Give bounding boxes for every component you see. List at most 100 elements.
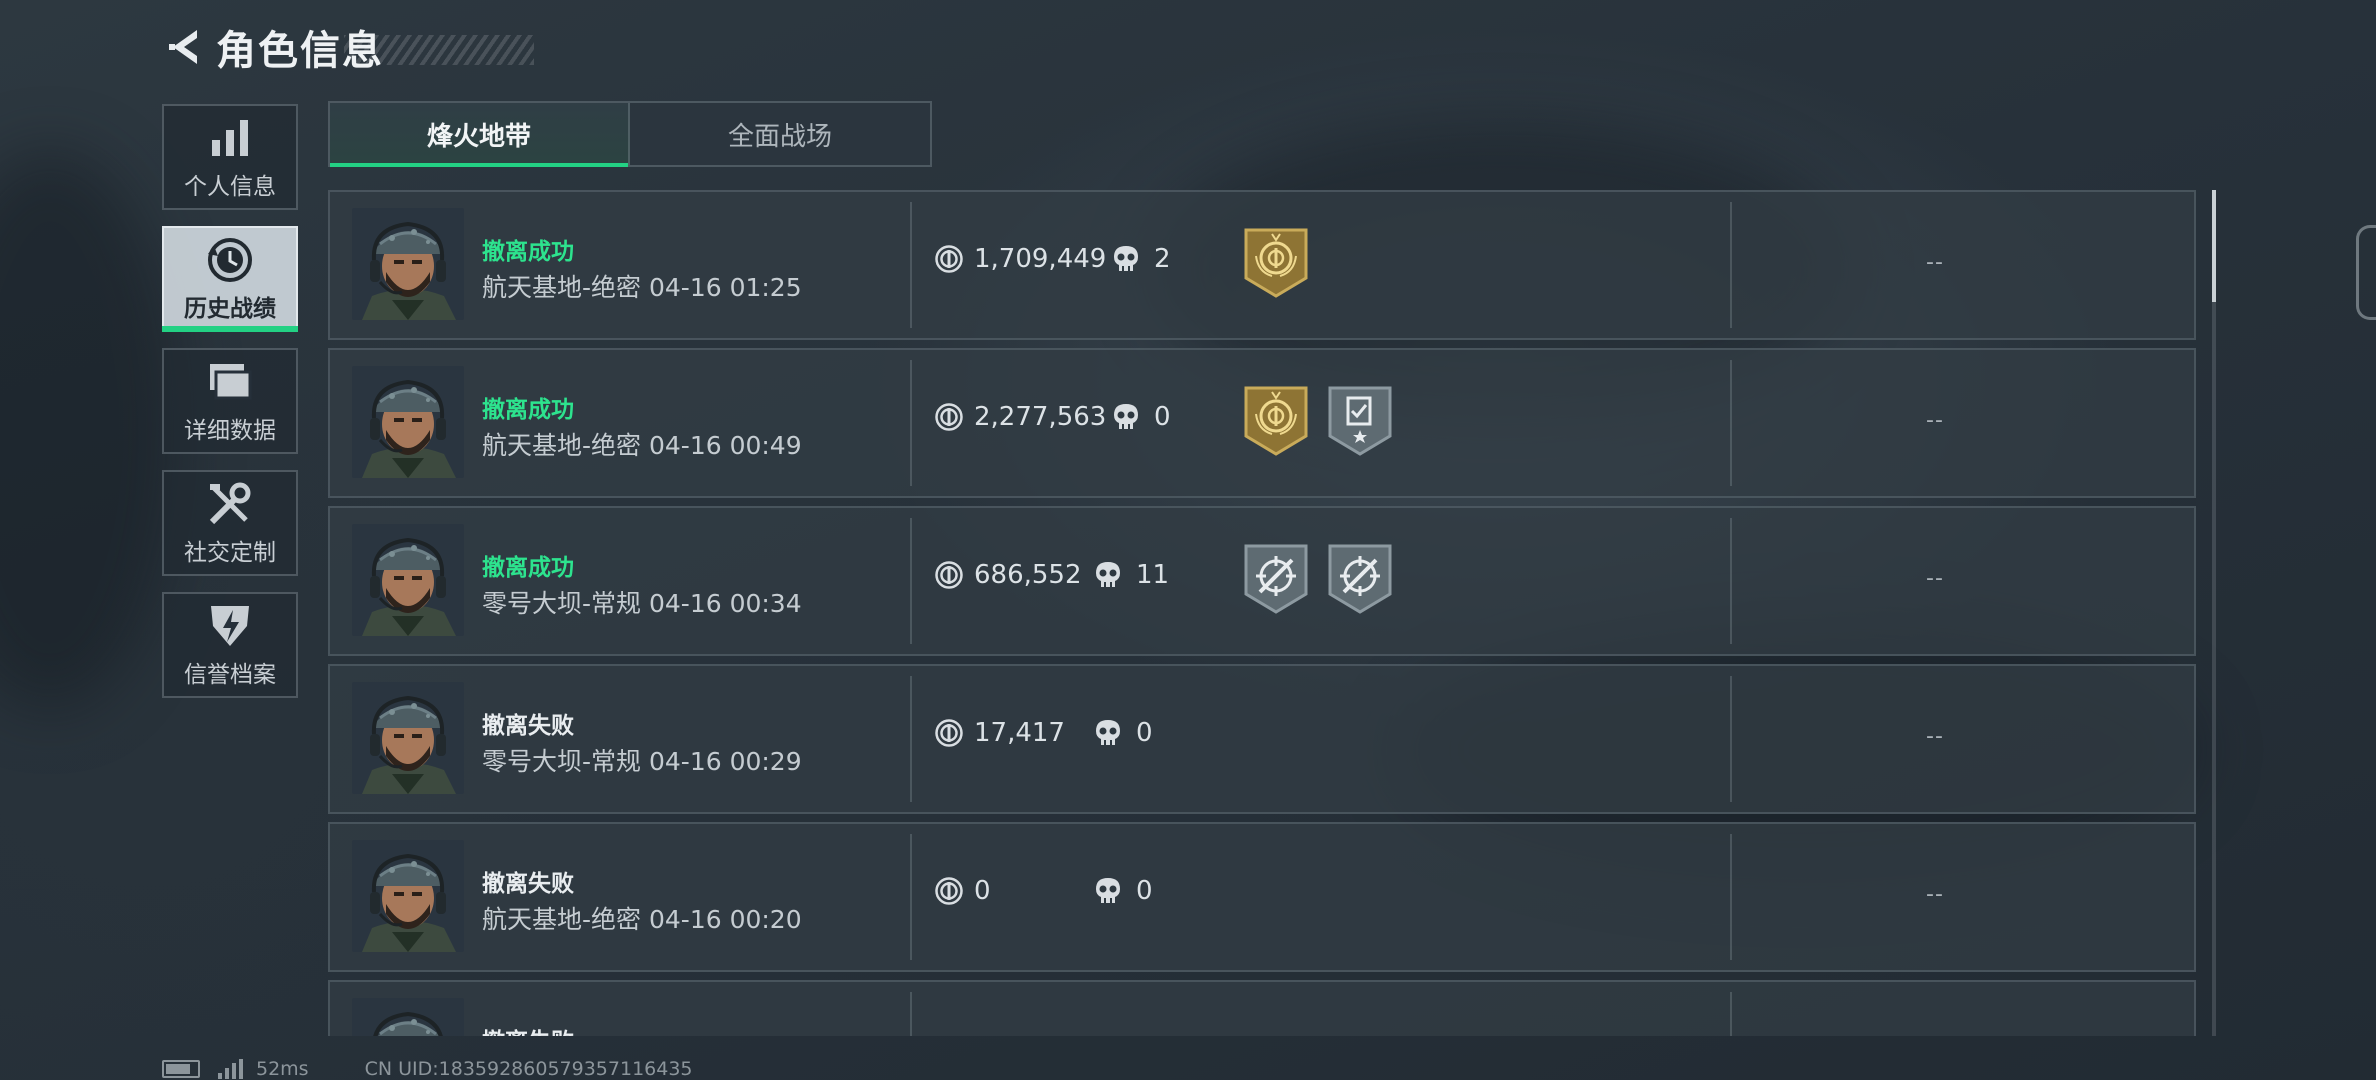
medal-badges (1242, 542, 1410, 616)
operator-avatar (352, 998, 464, 1036)
skull-icon (1114, 246, 1138, 271)
match-time: 04-16 00:29 (648, 747, 802, 776)
sidebar-item-label: 个人信息 (184, 174, 276, 200)
match-record-row[interactable]: 撤离失败 零号大坝-常规 04-16 00:29 17,417 0 -- (328, 664, 2196, 814)
clock-history-icon (205, 235, 255, 285)
sidebar-item-personal-info[interactable]: 个人信息 (162, 104, 298, 210)
operator-avatar (352, 682, 464, 794)
sidebar-item-detailed-data[interactable]: 详细数据 (162, 348, 298, 454)
coin-icon (935, 719, 963, 747)
scrollbar-thumb[interactable] (2212, 190, 2216, 302)
loot-value: 17,417 (934, 718, 1065, 748)
map-and-time: 航天基地-绝密 04-16 00:49 (482, 426, 802, 462)
column-divider (1730, 360, 1732, 486)
map-and-time: 航天基地-绝密 04-16 01:25 (482, 268, 802, 304)
crosshair-badge (1244, 544, 1308, 614)
signal-icon (218, 1059, 246, 1079)
kill-count: 2 (1112, 244, 1171, 274)
mode-tabs: 烽火地带 全面战场 (328, 101, 932, 167)
ping-readout: 52ms (256, 1058, 309, 1080)
column-divider (910, 202, 912, 328)
loot-value-text: 2,277,563 (974, 402, 1107, 432)
coin-icon (935, 561, 963, 589)
map-name: 零号大坝-常规 (482, 589, 642, 618)
skull-icon (1114, 404, 1138, 429)
scrollbar[interactable] (2212, 190, 2216, 1036)
column-divider (1730, 992, 1732, 1036)
column-divider (1730, 834, 1732, 960)
match-record-row[interactable]: 撤离成功 航天基地-绝密 04-16 01:25 1,709,449 2 -- (328, 190, 2196, 340)
match-time: 04-16 00:34 (648, 589, 802, 618)
map-name: 零号大坝-常规 (482, 747, 642, 776)
side-drawer-handle[interactable] (2356, 225, 2376, 320)
medal-badges (1242, 226, 1326, 300)
extra-info: -- (1926, 882, 1944, 907)
column-divider (910, 360, 912, 486)
match-record-row[interactable]: 撤离失败航天基地-绝密 04-16 00:20 0 0 -- (328, 822, 2196, 972)
loot-value-text: 686,552 (974, 560, 1082, 590)
tab-full-battlefield[interactable]: 全面战场 (630, 103, 930, 165)
gold-emblem-badge (1244, 386, 1308, 456)
map-name: 航天基地-绝密 (482, 431, 642, 460)
coin-icon (935, 877, 963, 905)
sidebar-item-label: 详细数据 (184, 418, 276, 444)
loot-value: 2,277,563 (934, 402, 1106, 432)
page-header: 角色信息 (160, 22, 534, 74)
match-history-list[interactable]: 撤离成功 航天基地-绝密 04-16 01:25 1,709,449 2 -- 撤离成功航… (328, 190, 2196, 1036)
operator-avatar (352, 208, 464, 320)
loot-value: 0 (934, 876, 991, 906)
sidebar-item-match-history[interactable]: 历史战绩 (162, 226, 298, 332)
extra-info: -- (1926, 408, 1944, 433)
sidebar-item-label: 历史战绩 (184, 296, 276, 322)
extra-info: -- (1926, 250, 1944, 275)
tools-icon (205, 479, 255, 529)
kill-count-text: 0 (1136, 718, 1153, 748)
sidebar-item-social-custom[interactable]: 社交定制 (162, 470, 298, 576)
extraction-status: 撤离成功 (482, 397, 574, 423)
map-name: 航天基地-绝密 (482, 273, 642, 302)
shield-lightning-icon (205, 601, 255, 651)
loot-value: 686,552 (934, 560, 1082, 590)
skull-icon (1096, 878, 1120, 903)
battery-icon (162, 1060, 200, 1078)
column-divider (1730, 518, 1732, 644)
match-time: 04-16 01:25 (648, 273, 802, 302)
match-record-row[interactable]: 撤离失败 (328, 980, 2196, 1036)
title-decoration (344, 35, 534, 65)
extraction-status: 撤离失败 (482, 713, 574, 739)
map-and-time: 航天基地-绝密 04-16 00:20 (482, 900, 802, 936)
loot-value: 1,709,449 (934, 244, 1106, 274)
back-arrow-icon (169, 30, 197, 64)
tab-hazard-zone[interactable]: 烽火地带 (330, 103, 630, 167)
loot-value-text: 17,417 (974, 718, 1065, 748)
operator-avatar (352, 840, 464, 952)
loot-value-text: 1,709,449 (974, 244, 1107, 274)
sidebar-item-credit-record[interactable]: 信誉档案 (162, 592, 298, 698)
kill-count-text: 0 (1136, 876, 1153, 906)
column-divider (910, 676, 912, 802)
kill-count-text: 2 (1154, 244, 1171, 274)
sidebar-item-label: 社交定制 (184, 540, 276, 566)
kill-count: 0 (1094, 718, 1153, 748)
map-name: 航天基地-绝密 (482, 905, 642, 934)
match-time: 04-16 00:20 (648, 905, 802, 934)
column-divider (1730, 202, 1732, 328)
sidebar: 个人信息 历史战绩 详细数据 社交定制 信誉档案 (162, 104, 298, 714)
operator-avatar (352, 524, 464, 636)
operator-avatar (352, 366, 464, 478)
skull-icon (1096, 720, 1120, 745)
extra-info: -- (1926, 566, 1944, 591)
column-divider (910, 992, 912, 1036)
back-button[interactable] (160, 22, 210, 72)
folder-stack-icon (205, 357, 255, 407)
map-and-time: 零号大坝-常规 04-16 00:34 (482, 584, 802, 620)
match-record-row[interactable]: 撤离成功 零号大坝-常规 04-16 00:34 686,552 11 -- (328, 506, 2196, 656)
kill-count-text: 11 (1136, 560, 1170, 590)
skull-icon (1096, 562, 1120, 587)
extraction-status: 撤离失败 (482, 871, 574, 897)
loot-value-text: 0 (974, 876, 991, 906)
coin-icon (935, 245, 963, 273)
match-record-row[interactable]: 撤离成功航天基地-绝密 04-16 00:49 2,277,563 0 -- (328, 348, 2196, 498)
kill-count-text: 0 (1154, 402, 1171, 432)
player-uid: CN UID:1835928605793571164​35 (364, 1058, 693, 1080)
